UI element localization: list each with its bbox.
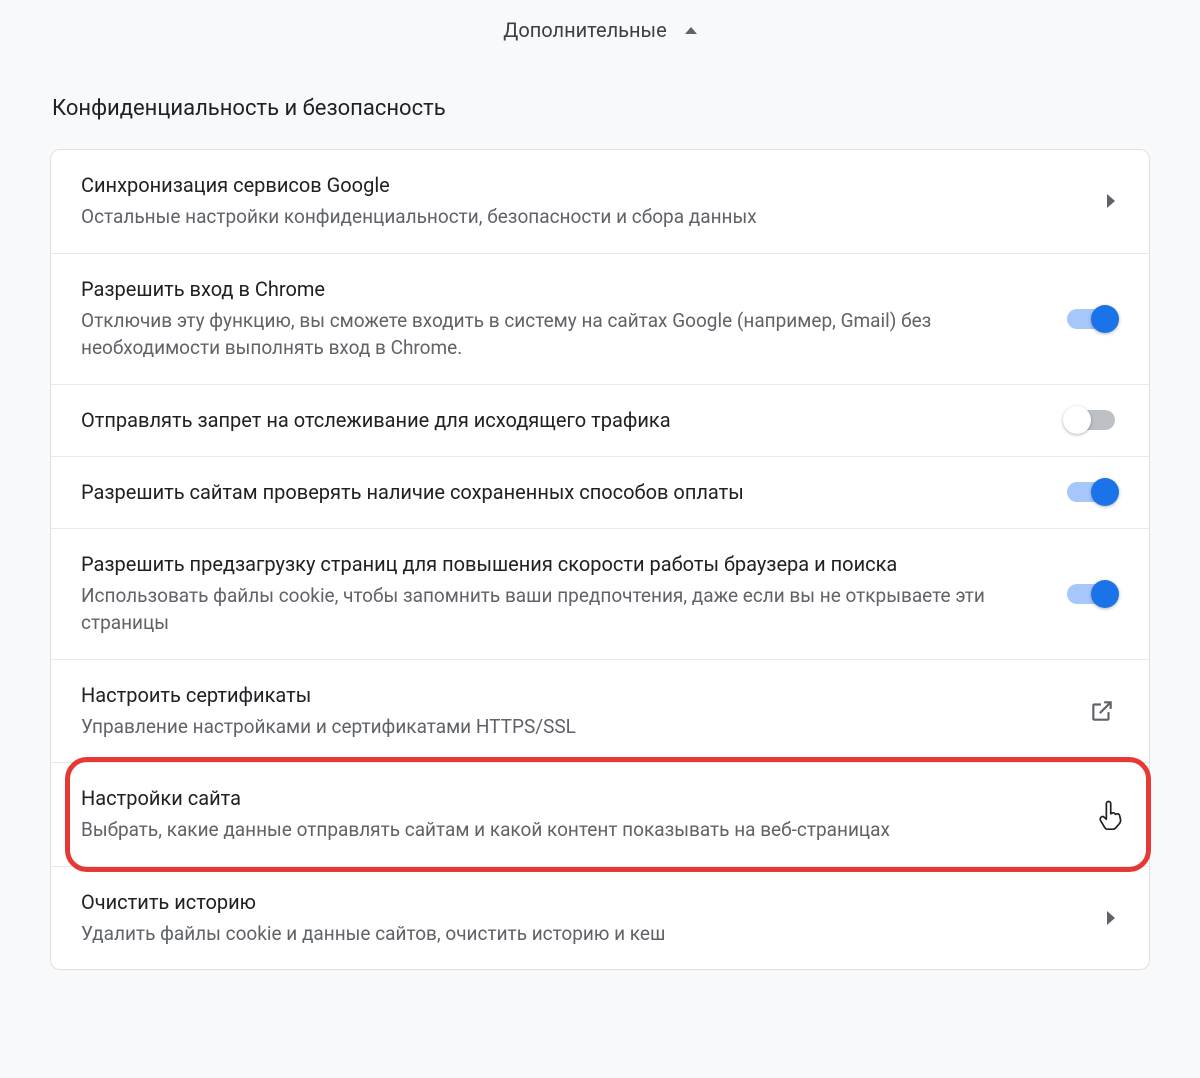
chevron-up-icon — [685, 27, 697, 34]
row-do-not-track: Отправлять запрет на отслеживание для ис… — [51, 385, 1149, 457]
row-text: Синхронизация сервисов Google Остальные … — [81, 172, 1107, 231]
row-title: Отправлять запрет на отслеживание для ис… — [81, 407, 1037, 434]
toggle-preload-pages[interactable] — [1067, 584, 1115, 604]
row-subtitle: Управление настройками и сертификатами H… — [81, 713, 1059, 741]
row-text: Разрешить сайтам проверять наличие сохра… — [81, 479, 1067, 506]
row-payment-check: Разрешить сайтам проверять наличие сохра… — [51, 457, 1149, 529]
chevron-right-icon — [1107, 911, 1115, 925]
row-subtitle: Отключив эту функцию, вы сможете входить… — [81, 307, 1037, 362]
row-title: Настройки сайта — [81, 785, 1077, 812]
row-title: Разрешить предзагрузку страниц для повыш… — [81, 551, 1037, 578]
advanced-toggle[interactable]: Дополнительные — [0, 0, 1200, 56]
row-title: Разрешить вход в Chrome — [81, 276, 1037, 303]
settings-card: Синхронизация сервисов Google Остальные … — [50, 149, 1150, 970]
row-subtitle: Остальные настройки конфиденциальности, … — [81, 203, 1077, 231]
row-site-settings[interactable]: Настройки сайта Выбрать, какие данные от… — [51, 763, 1149, 867]
external-link-icon — [1089, 698, 1115, 724]
row-subtitle: Использовать файлы cookie, чтобы запомни… — [81, 582, 1037, 637]
row-title: Настроить сертификаты — [81, 682, 1059, 709]
row-title: Очистить историю — [81, 889, 1077, 916]
row-title: Разрешить сайтам проверять наличие сохра… — [81, 479, 1037, 506]
advanced-label: Дополнительные — [503, 18, 666, 42]
row-text: Отправлять запрет на отслеживание для ис… — [81, 407, 1067, 434]
toggle-allow-signin[interactable] — [1067, 309, 1115, 329]
toggle-payment-check[interactable] — [1067, 482, 1115, 502]
row-text: Разрешить вход в Chrome Отключив эту фун… — [81, 276, 1067, 362]
privacy-section: Конфиденциальность и безопасность Синхро… — [50, 96, 1150, 970]
toggle-do-not-track[interactable] — [1067, 410, 1115, 430]
row-text: Разрешить предзагрузку страниц для повыш… — [81, 551, 1067, 637]
chevron-right-icon — [1107, 808, 1115, 822]
row-allow-signin: Разрешить вход в Chrome Отключив эту фун… — [51, 254, 1149, 385]
section-title: Конфиденциальность и безопасность — [52, 96, 1150, 121]
row-text: Настройки сайта Выбрать, какие данные от… — [81, 785, 1107, 844]
row-text: Очистить историю Удалить файлы cookie и … — [81, 889, 1107, 948]
row-sync-google[interactable]: Синхронизация сервисов Google Остальные … — [51, 150, 1149, 254]
row-text: Настроить сертификаты Управление настрой… — [81, 682, 1089, 741]
row-subtitle: Выбрать, какие данные отправлять сайтам … — [81, 816, 1077, 844]
row-clear-history[interactable]: Очистить историю Удалить файлы cookie и … — [51, 867, 1149, 970]
row-certificates[interactable]: Настроить сертификаты Управление настрой… — [51, 660, 1149, 764]
row-title: Синхронизация сервисов Google — [81, 172, 1077, 199]
chevron-right-icon — [1107, 194, 1115, 208]
row-preload-pages: Разрешить предзагрузку страниц для повыш… — [51, 529, 1149, 660]
row-subtitle: Удалить файлы cookie и данные сайтов, оч… — [81, 920, 1077, 948]
